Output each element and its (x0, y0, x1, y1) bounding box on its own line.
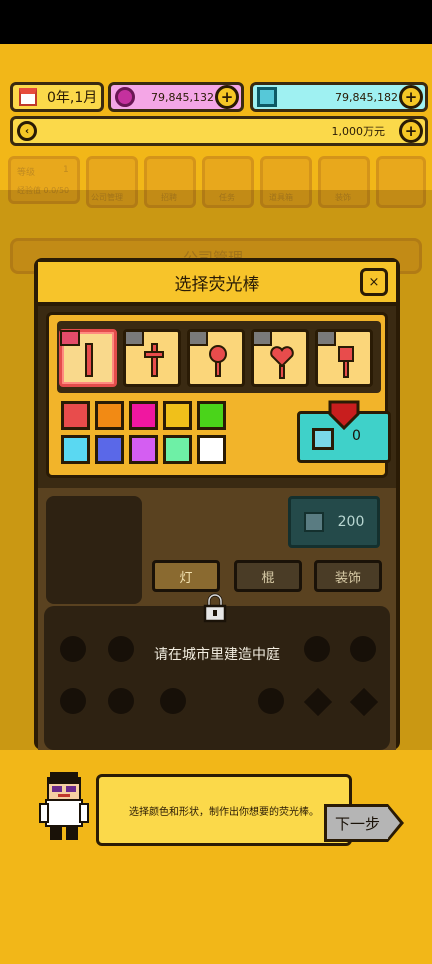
cost-value: 0 (352, 428, 361, 444)
modal-title: 选择荧光棒 (174, 274, 260, 295)
next-button[interactable]: 下一步 (324, 804, 404, 842)
date-display: 0年,1月 (10, 82, 104, 112)
teal-gem-icon (257, 87, 277, 107)
color-swatch-gold[interactable] (163, 401, 192, 430)
tab-stick[interactable]: 棍 (234, 560, 302, 592)
locked-slot (60, 688, 86, 714)
modal-header: 选择荧光棒 × (38, 262, 396, 306)
color-swatch-red[interactable] (61, 401, 90, 430)
padlock-icon (203, 593, 227, 623)
next-label: 下一步 (334, 814, 380, 833)
money-display: ‹ 1,000万元 + (10, 116, 428, 146)
calendar-icon (19, 88, 37, 106)
tag-icon (188, 330, 208, 346)
add-money-button[interactable]: + (399, 119, 423, 143)
coin-icon: ‹ (17, 121, 37, 141)
cross-stick-icon (144, 343, 164, 377)
teal-currency-value: 79,845,182 (335, 90, 398, 104)
dialog-text: 选择颜色和形状，制作出你想要的荧光棒。 (129, 806, 319, 818)
color-swatch-mint[interactable] (163, 435, 192, 464)
price-display: 200 (288, 496, 380, 548)
tab-label: 灯 (179, 570, 193, 586)
straight-stick-icon (85, 343, 93, 377)
tab-decoration[interactable]: 装饰 (314, 560, 382, 592)
tab-label: 棍 (261, 570, 275, 586)
date-text: 0年,1月 (47, 90, 98, 106)
locked-items-area: 请在城市里建造中庭 (44, 606, 390, 750)
locked-slot (258, 688, 284, 714)
close-button[interactable]: × (360, 268, 388, 296)
heart-stick-icon (270, 346, 294, 379)
close-icon: × (368, 274, 380, 290)
color-swatch-magenta[interactable] (129, 401, 158, 430)
heart-marker-icon (328, 400, 360, 430)
pink-currency-display: 79,845,132 + (108, 82, 244, 112)
shape-option-straight[interactable] (59, 329, 117, 387)
locked-slot (349, 687, 379, 717)
level-value: 1 (63, 165, 69, 175)
selection-panel: 0 (46, 312, 391, 478)
money-value: 1,000万元 (331, 125, 386, 138)
level-label: 等级 (17, 168, 36, 178)
locked-slot (108, 688, 134, 714)
color-swatch-blue[interactable] (95, 435, 124, 464)
shape-option-round[interactable] (187, 329, 245, 387)
tag-icon (316, 330, 336, 346)
tag-icon (124, 330, 144, 346)
tag-icon (60, 330, 80, 346)
round-stick-icon (209, 345, 227, 377)
tutorial-dialog: 选择颜色和形状，制作出你想要的荧光棒。 (96, 774, 352, 846)
status-bar (0, 0, 432, 44)
glowstick-modal: 选择荧光棒 × 0 200 灯 棍 装饰 请在城市里建造中庭 (34, 258, 400, 750)
teal-gem-icon (312, 428, 334, 450)
shape-option-heart[interactable] (251, 329, 309, 387)
square-stick-icon (338, 346, 354, 378)
pink-gem-icon (115, 87, 135, 107)
tab-label: 装饰 (334, 570, 361, 586)
add-teal-currency-button[interactable]: + (399, 85, 423, 109)
teal-currency-display: 79,845,182 + (250, 82, 428, 112)
color-swatch-cyan[interactable] (61, 435, 90, 464)
gem-icon (303, 512, 324, 532)
color-swatch-orange[interactable] (95, 401, 124, 430)
shape-selector (57, 321, 381, 393)
shape-option-cross[interactable] (123, 329, 181, 387)
add-pink-currency-button[interactable]: + (215, 85, 239, 109)
locked-slot (303, 687, 333, 717)
tutorial-character (39, 772, 89, 840)
locked-slot (160, 688, 186, 714)
pink-currency-value: 79,845,132 (151, 90, 214, 104)
shape-option-square[interactable] (315, 329, 373, 387)
tab-light[interactable]: 灯 (152, 560, 220, 592)
glowstick-preview (46, 496, 142, 604)
color-swatch-purple[interactable] (129, 435, 158, 464)
lock-message: 请在城市里建造中庭 (154, 647, 280, 663)
color-swatch-green[interactable] (197, 401, 226, 430)
color-swatch-white[interactable] (197, 435, 226, 464)
price-value: 200 (337, 514, 365, 530)
cost-button[interactable]: 0 (297, 400, 391, 463)
